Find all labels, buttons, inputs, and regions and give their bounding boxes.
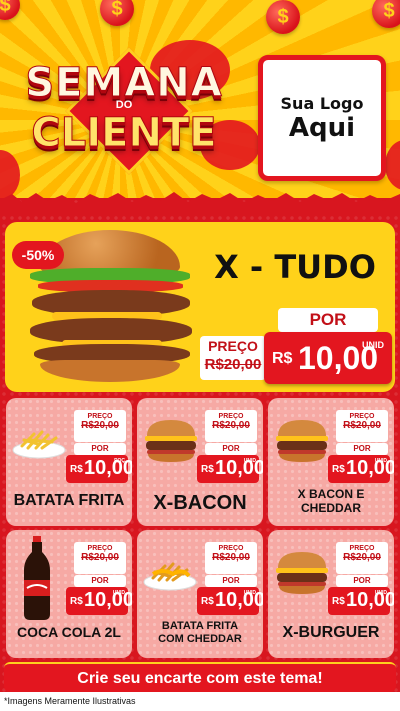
old-price: R$20,00 (212, 552, 250, 563)
featured-old-price-tag: PREÇO R$20,00 (200, 336, 266, 380)
product-card[interactable]: PREÇO R$20,00 POR R$ 10,00 POÇ BATATA FRITA (6, 398, 132, 526)
unit-label: UNID (374, 590, 387, 596)
decor-blob (385, 140, 400, 190)
product-card[interactable]: PREÇO R$20,00 POR R$ 10,00 UNID BATATA FRITA C… (137, 530, 263, 658)
burger-icon (143, 418, 199, 464)
coin-icon: $ (372, 0, 400, 28)
por-label: POR (336, 575, 388, 587)
preco-label: PREÇO (218, 545, 244, 552)
product-card[interactable]: PREÇO R$20,00 POR R$ 10,00 UNID X-BURGUER (268, 530, 394, 658)
coin-icon: $ (100, 0, 134, 26)
old-price: R$20,00 (204, 356, 262, 373)
old-price: R$20,00 (343, 420, 381, 431)
preco-label: PREÇO (87, 545, 113, 552)
old-price: R$20,00 (81, 420, 119, 431)
currency: R$ (70, 464, 83, 475)
old-price-tag: PREÇO R$20,00 (205, 542, 257, 574)
product-name: BATATA FRITA COM CHEDDAR (158, 620, 242, 645)
fries-cheddar-icon (143, 552, 197, 592)
por-label: POR (74, 443, 126, 455)
fries-icon (12, 420, 66, 460)
preco-label: PREÇO (218, 413, 244, 420)
por-label: POR (74, 575, 126, 587)
old-price-tag: PREÇO R$20,00 (336, 542, 388, 574)
title-cliente: CLIENTE (31, 110, 217, 157)
unit-label: UNID (243, 590, 256, 596)
currency: R$ (201, 464, 214, 475)
unit-label: UNID (112, 590, 125, 596)
coin-icon: $ (266, 0, 300, 34)
logo-placeholder[interactable]: Sua Logo Aqui (258, 55, 386, 181)
preco-label: PREÇO (208, 338, 258, 354)
unit-label: UNID (243, 458, 256, 464)
flyer: $ $ $ $ SEMANA DO CLIENTE Sua Logo Aqui … (0, 0, 400, 711)
product-card[interactable]: PREÇO R$20,00 POR R$ 10,00 UNID COCA COLA 2L (6, 530, 132, 658)
old-price-tag: PREÇO R$20,00 (336, 410, 388, 442)
currency: R$ (70, 596, 83, 607)
unit-label: POÇ (114, 458, 125, 464)
por-label: POR (205, 443, 257, 455)
product-name: X-BURGUER (282, 624, 380, 641)
product-name: COCA COLA 2L (17, 624, 121, 640)
price-box: R$ 10,00 UNID (328, 587, 394, 615)
promo-title: SEMANA DO CLIENTE (14, 47, 234, 175)
unit-label: UNID (362, 340, 384, 350)
product-card[interactable]: PREÇO R$20,00 POR R$ 10,00 UNID X-BACON (137, 398, 263, 526)
currency: R$ (332, 596, 345, 607)
price-box: R$ 10,00 POÇ (66, 455, 132, 483)
product-name: X-BACON (153, 492, 247, 514)
burger-icon (274, 550, 330, 596)
currency: R$ (201, 596, 214, 607)
old-price: R$20,00 (343, 552, 381, 563)
featured-por-label: POR (278, 308, 378, 332)
old-price-tag: PREÇO R$20,00 (205, 410, 257, 442)
torn-edge (0, 192, 400, 212)
old-price: R$20,00 (212, 420, 250, 431)
featured-product-name: X - TUDO (214, 248, 376, 286)
por-label: POR (205, 575, 257, 587)
old-price-tag: PREÇO R$20,00 (74, 410, 126, 442)
coin-icon: $ (0, 0, 20, 20)
price-box: R$ 10,00 UNID (197, 587, 263, 615)
old-price: R$20,00 (81, 552, 119, 563)
product-name: BATATA FRITA (13, 492, 125, 509)
price-box: R$ 10,00 UNID (197, 455, 263, 483)
product-name: X BACON E CHEDDAR (297, 487, 365, 515)
discount-badge: -50% (12, 241, 64, 269)
currency: R$ (332, 464, 345, 475)
por-label: POR (336, 443, 388, 455)
price-box: R$ 10,00 UNID (66, 587, 132, 615)
disclaimer: *Imagens Meramente Ilustrativas (0, 692, 400, 711)
header-banner: $ $ $ $ SEMANA DO CLIENTE Sua Logo Aqui (0, 0, 400, 210)
logo-text-line1: Sua Logo (280, 93, 364, 113)
old-price-tag: PREÇO R$20,00 (74, 542, 126, 574)
featured-price: R$ 10,00 UNID (264, 332, 392, 384)
cta-banner[interactable]: Crie seu encarte com este tema! (4, 662, 396, 692)
preco-label: PREÇO (87, 413, 113, 420)
product-card[interactable]: PREÇO R$20,00 POR R$ 10,00 UNID X BACON E CHED… (268, 398, 394, 526)
logo-text-line2: Aqui (288, 112, 356, 143)
preco-label: PREÇO (349, 413, 375, 420)
soda-bottle-icon (20, 536, 54, 620)
price-box: R$ 10,00 UNID (328, 455, 394, 483)
unit-label: UNID (374, 458, 387, 464)
currency: R$ (272, 350, 293, 367)
preco-label: PREÇO (349, 545, 375, 552)
burger-icon (274, 418, 330, 464)
